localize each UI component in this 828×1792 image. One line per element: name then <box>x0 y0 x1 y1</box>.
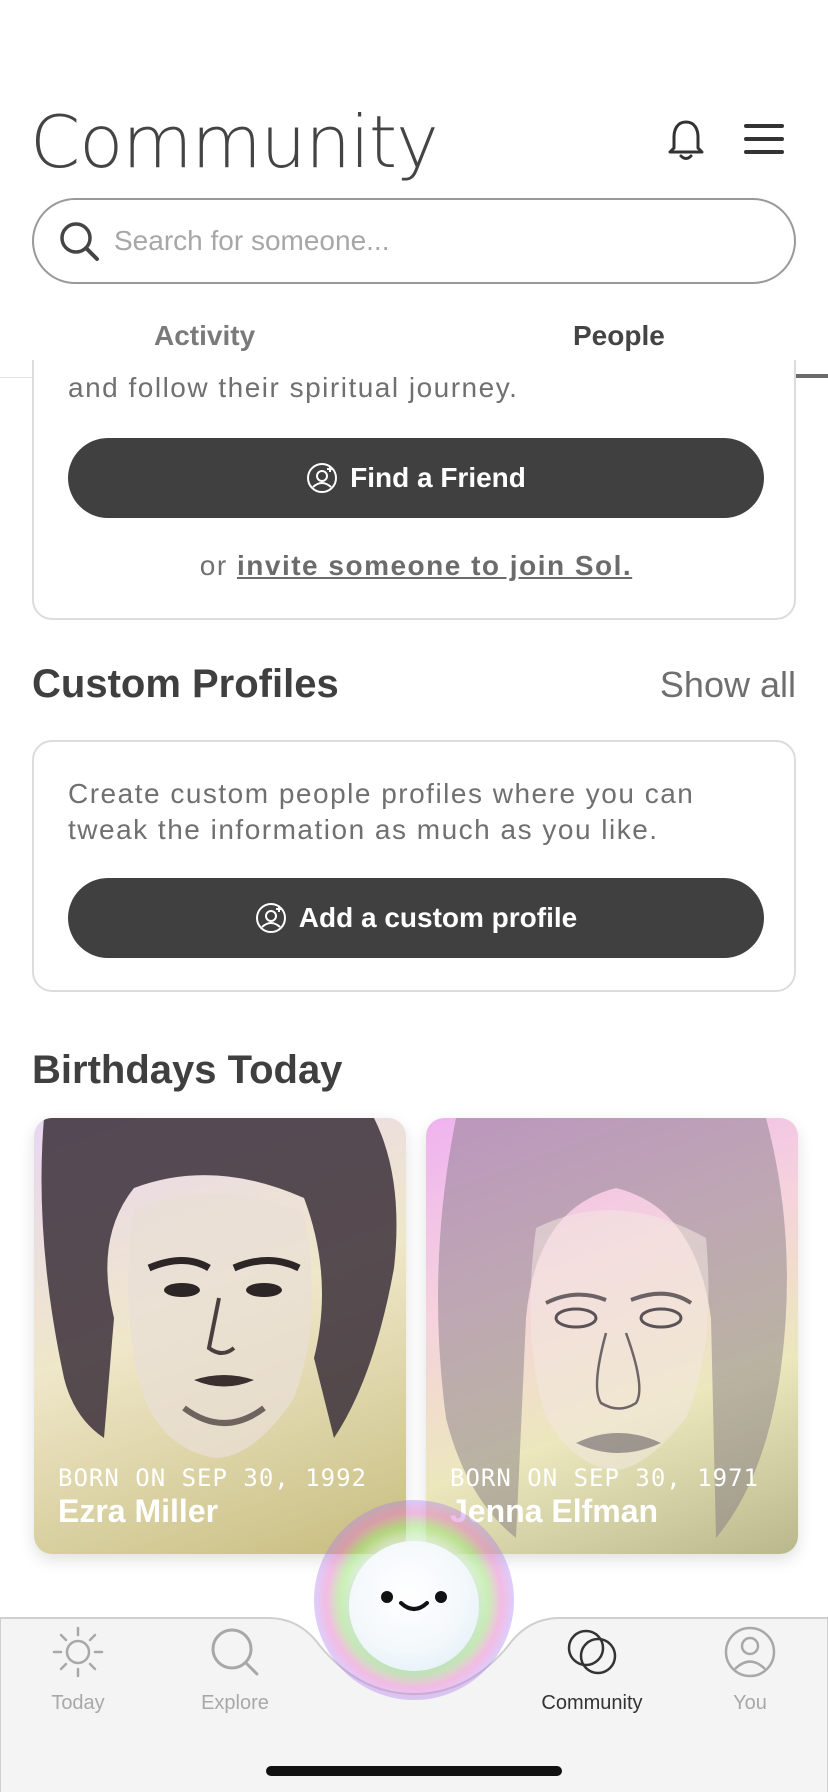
tab-you-label: You <box>733 1692 767 1714</box>
birth-date: BORN ON SEP 30, 1971 <box>450 1464 759 1492</box>
tab-activity[interactable]: Activity <box>154 320 255 352</box>
add-person-icon <box>307 463 338 493</box>
custom-profiles-heading: Custom Profiles <box>32 662 339 706</box>
find-friend-description: and follow their spiritual journey. <box>68 372 519 403</box>
search-icon <box>211 1628 259 1676</box>
page-title: Community <box>30 100 439 184</box>
birth-date: BORN ON SEP 30, 1992 <box>58 1464 367 1492</box>
add-custom-profile-button[interactable]: Add a custom profile <box>68 878 764 958</box>
smiley-face-icon <box>381 1591 447 1611</box>
find-friend-card: and follow their spiritual journey. Find… <box>32 360 796 620</box>
tab-community[interactable]: Community <box>532 1624 652 1715</box>
birthday-card[interactable]: BORN ON SEP 30, 1971 Jenna Elfman <box>426 1118 798 1554</box>
birthday-card[interactable]: BORN ON SEP 30, 1992 Ezra Miller <box>34 1118 406 1554</box>
search-field[interactable] <box>32 198 796 284</box>
find-friend-button-label: Find a Friend <box>350 462 526 493</box>
tab-community-label: Community <box>541 1692 643 1714</box>
tab-explore[interactable]: Explore <box>175 1624 295 1715</box>
invite-link[interactable]: invite someone to join Sol. <box>237 550 632 581</box>
tab-people[interactable]: People <box>573 320 665 352</box>
tab-today[interactable]: Today <box>18 1624 138 1715</box>
show-all-link[interactable]: Show all <box>660 664 796 706</box>
birthdays-heading: Birthdays Today <box>32 1048 343 1092</box>
tab-explore-label: Explore <box>201 1692 269 1714</box>
add-custom-profile-label: Add a custom profile <box>298 902 578 933</box>
invite-line: or invite someone to join Sol. <box>34 550 798 582</box>
invite-prefix: or <box>199 550 237 581</box>
overlapping-circles-icon <box>567 1629 617 1675</box>
person-name: Jenna Elfman <box>450 1493 659 1529</box>
assistant-orb-button[interactable] <box>349 1541 479 1671</box>
home-indicator <box>266 1766 562 1776</box>
bell-icon[interactable] <box>666 118 706 162</box>
search-input[interactable] <box>114 225 714 257</box>
person-name: Ezra Miller <box>58 1493 219 1529</box>
custom-profile-description: Create custom people profiles where you … <box>68 778 695 845</box>
search-icon <box>60 222 99 261</box>
tab-you[interactable]: You <box>690 1624 810 1715</box>
tab-today-label: Today <box>51 1692 105 1714</box>
sun-icon <box>52 1626 104 1678</box>
custom-profile-card: Create custom people profiles where you … <box>32 740 796 992</box>
person-icon <box>724 1626 776 1678</box>
find-friend-button[interactable]: Find a Friend <box>68 438 764 518</box>
add-person-icon <box>255 903 286 933</box>
hamburger-menu-icon[interactable] <box>744 124 784 156</box>
